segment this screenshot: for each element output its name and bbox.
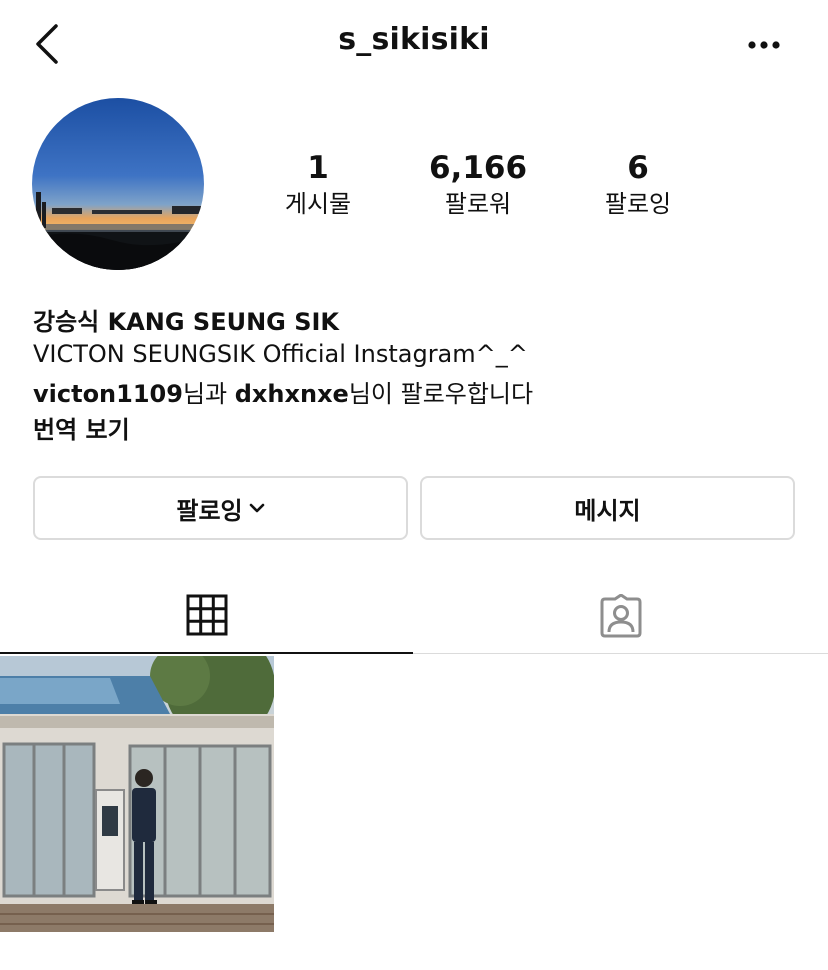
stat-following[interactable]: 6 팔로잉	[563, 150, 713, 222]
bio-text: VICTON SEUNGSIK Official Instagram^_^	[33, 340, 528, 368]
man-in-suit-outside-glass-storefront	[0, 656, 274, 932]
followed-by-text[interactable]: victon1109님과 dxhxnxe님이 팔로우합니다	[33, 374, 533, 409]
followed-by-connector: 님과	[182, 380, 235, 408]
following-label: 팔로잉	[604, 190, 672, 218]
chevron-down-icon	[249, 503, 264, 513]
posts-label: 게시물	[284, 190, 352, 218]
following-button-label: 팔로잉	[176, 496, 243, 525]
followers-label: 팔로워	[444, 190, 512, 218]
display-name: 강승식 KANG SEUNG SIK	[33, 308, 340, 336]
avatar[interactable]	[32, 98, 204, 270]
followed-by-suffix: 님이 팔로우합니다	[348, 380, 534, 408]
grid-icon	[186, 594, 227, 636]
tagged-person-icon	[600, 593, 641, 637]
tab-tagged[interactable]	[413, 578, 828, 654]
message-button-label: 메시지	[574, 496, 641, 525]
message-button[interactable]: 메시지	[420, 476, 795, 540]
followed-by-user-1[interactable]: victon1109	[33, 380, 183, 408]
see-translation-link[interactable]: 번역 보기	[33, 410, 130, 445]
more-options-button[interactable]	[744, 30, 784, 60]
profile-username-title: s_sikisiki	[338, 22, 490, 57]
posts-count: 1	[307, 150, 329, 186]
tab-posts-grid[interactable]	[0, 578, 413, 654]
stat-followers[interactable]: 6,166 팔로워	[403, 150, 553, 222]
stat-posts[interactable]: 1 게시물	[243, 150, 393, 222]
followers-count: 6,166	[428, 150, 528, 186]
following-button[interactable]: 팔로잉	[33, 476, 408, 540]
sunset-cityscape-avatar	[32, 98, 204, 270]
following-count: 6	[627, 150, 649, 186]
followed-by-user-2[interactable]: dxhxnxe	[235, 380, 349, 408]
post-thumbnail[interactable]	[0, 656, 274, 932]
more-horizontal-icon	[748, 41, 780, 49]
